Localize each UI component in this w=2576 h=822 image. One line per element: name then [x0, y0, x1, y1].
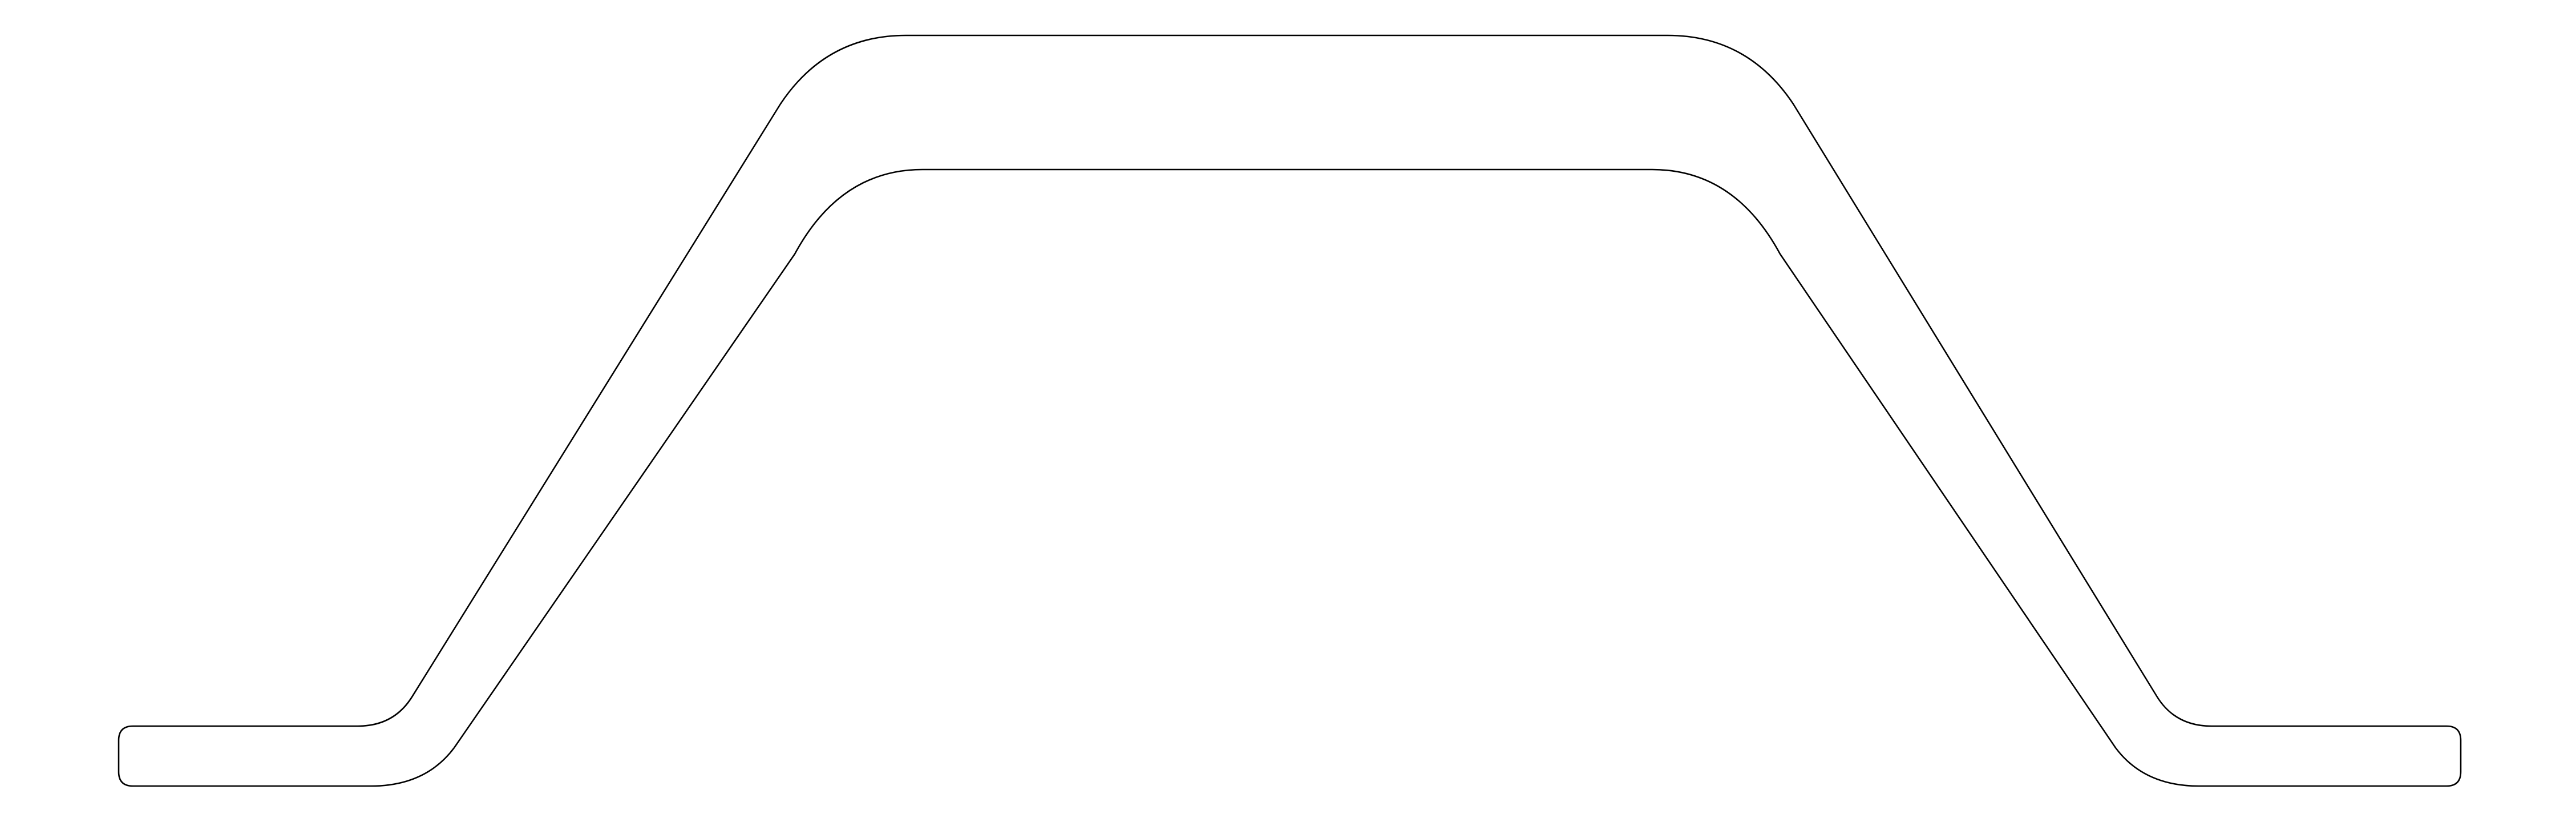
profile-drawing-canvas — [0, 0, 2576, 822]
drawing-background — [0, 0, 2576, 822]
